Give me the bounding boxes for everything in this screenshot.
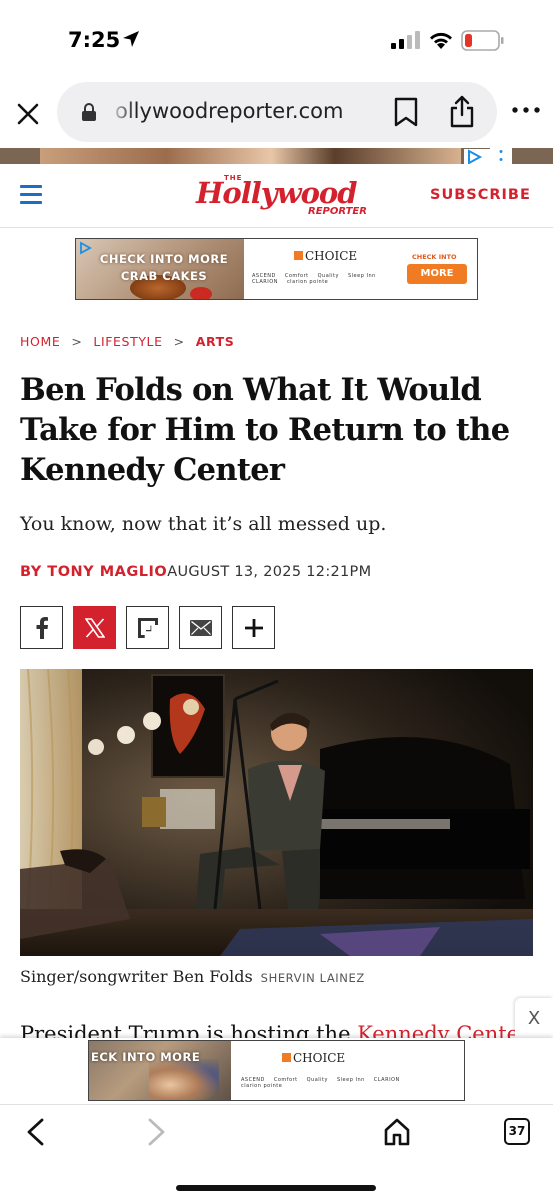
ad-image: CHECK INTO MORE CRAB CAKES bbox=[76, 239, 244, 299]
breadcrumb-separator: > bbox=[173, 334, 185, 349]
email-share-button[interactable] bbox=[179, 606, 222, 649]
author-link[interactable]: BY TONY MAGLIO bbox=[20, 564, 167, 580]
status-time: 7:25 bbox=[68, 28, 121, 52]
breadcrumb-separator: > bbox=[71, 334, 83, 349]
forward-arrow-icon bbox=[148, 1118, 165, 1146]
more-icon[interactable] bbox=[511, 105, 541, 115]
lock-icon bbox=[82, 103, 96, 121]
caption-text: Singer/songwriter Ben Folds bbox=[20, 967, 253, 986]
top-ad-strip[interactable]: • • bbox=[0, 148, 553, 164]
publish-date: AUGUST 13, 2025 12:21PM bbox=[167, 564, 372, 580]
home-indicator bbox=[176, 1185, 376, 1191]
breadcrumb-home[interactable]: HOME bbox=[20, 334, 60, 349]
flipboard-share-button[interactable] bbox=[126, 606, 169, 649]
sticky-ad-image: ECK INTO MORE bbox=[89, 1041, 231, 1100]
sticky-ad-brand: Sleep Inn bbox=[336, 1077, 365, 1083]
sticky-ad-brand: CLARION bbox=[373, 1077, 400, 1083]
adchoices-icon[interactable] bbox=[464, 149, 490, 164]
ad-cta-top: CHECK INTO bbox=[412, 253, 457, 261]
x-share-button[interactable] bbox=[73, 606, 116, 649]
site-header: THE Hollywood REPORTER SUBSCRIBE bbox=[0, 164, 553, 228]
home-icon[interactable] bbox=[383, 1117, 411, 1147]
cellular-signal-icon bbox=[391, 31, 420, 49]
more-share-button[interactable] bbox=[232, 606, 275, 649]
ad-sponsor-logo: CHOICE bbox=[294, 249, 357, 263]
ad-sponsor-name: CHOICE bbox=[305, 249, 358, 263]
sticky-ad-brand-list: ASCEND Comfort Quality Sleep Inn CLARIONclar… bbox=[241, 1077, 421, 1089]
sticky-ad-headline: ECK INTO MORE bbox=[91, 1050, 201, 1064]
logo-sub: REPORTER bbox=[308, 206, 367, 217]
ad-brand: clarion pointe bbox=[286, 279, 329, 285]
hamburger-menu-icon[interactable] bbox=[20, 185, 42, 205]
sticky-ad-close-button[interactable]: X bbox=[515, 998, 553, 1038]
breadcrumb-lifestyle[interactable]: LIFESTYLE bbox=[93, 334, 162, 349]
x-icon bbox=[84, 617, 105, 638]
ad-headline: CHECK INTO MORE CRAB CAKES bbox=[99, 252, 229, 283]
image-credit: SHERVIN LAINEZ bbox=[260, 971, 365, 985]
ad-brand: Sleep Inn bbox=[347, 273, 376, 279]
sticky-ad-banner[interactable]: ECK INTO MORE CHOICE ASCEND Comfort Qualit… bbox=[88, 1040, 465, 1101]
url-text: ollywoodreporter.com bbox=[115, 99, 344, 123]
subscribe-link[interactable]: SUBSCRIBE bbox=[430, 187, 531, 203]
sticky-ad-brand: clarion pointe bbox=[241, 1083, 283, 1089]
battery-low-icon bbox=[461, 30, 504, 51]
breadcrumb-arts[interactable]: ARTS bbox=[196, 334, 235, 349]
bookmark-icon[interactable] bbox=[393, 97, 419, 127]
facebook-share-button[interactable] bbox=[20, 606, 63, 649]
ad-tomato-image bbox=[190, 287, 212, 299]
sticky-ad-sponsor-name: CHOICE bbox=[293, 1051, 346, 1065]
facebook-icon bbox=[36, 616, 48, 639]
email-icon bbox=[189, 619, 212, 636]
share-icon[interactable] bbox=[448, 94, 476, 128]
ad-brand: CLARION bbox=[252, 279, 278, 285]
ad-banner[interactable]: CHECK INTO MORE CRAB CAKES CHOICE ASCEND… bbox=[75, 238, 478, 300]
flipboard-icon bbox=[137, 617, 158, 638]
location-arrow-icon bbox=[123, 31, 139, 47]
status-bar: 7:25 bbox=[0, 0, 553, 80]
site-logo[interactable]: THE Hollywood REPORTER bbox=[196, 172, 367, 222]
sticky-ad-sponsor-logo: CHOICE bbox=[282, 1051, 345, 1065]
ad-brand-list: ASCEND Comfort Quality Sleep InnCLARION clar… bbox=[252, 273, 412, 285]
article-dek: You know, now that it’s all messed up. bbox=[20, 513, 387, 535]
url-fade bbox=[109, 90, 135, 134]
close-icon[interactable] bbox=[14, 100, 42, 128]
ad-strip-image bbox=[40, 148, 461, 164]
browser-address-bar: ollywoodreporter.com bbox=[0, 80, 553, 148]
sticky-ad[interactable]: ECK INTO MORE CHOICE ASCEND Comfort Qualit… bbox=[0, 1038, 553, 1104]
sticky-ad-people-image bbox=[149, 1059, 219, 1100]
logo-main: Hollywood bbox=[196, 176, 358, 210]
url-field[interactable]: ollywoodreporter.com bbox=[57, 82, 497, 142]
sticky-ad-brand: Quality bbox=[306, 1077, 328, 1083]
hero-photo-illustration bbox=[20, 669, 533, 956]
article-byline: BY TONY MAGLIOAUGUST 13, 2025 12:21PM bbox=[20, 564, 371, 580]
ad-cta-button[interactable]: MORE bbox=[407, 264, 467, 284]
tabs-icon[interactable]: 37 bbox=[504, 1118, 530, 1145]
plus-icon bbox=[244, 618, 263, 637]
adchoices-icon[interactable] bbox=[78, 241, 92, 255]
article-headline: Ben Folds on What It Would Take for Him … bbox=[20, 372, 510, 488]
ad-options-icon[interactable]: • • bbox=[490, 148, 512, 164]
breadcrumb: HOME > LIFESTYLE > ARTS bbox=[20, 334, 234, 349]
image-caption: Singer/songwriter Ben Folds SHERVIN LAINE… bbox=[20, 967, 365, 986]
browser-toolbar: 37 bbox=[0, 1104, 553, 1200]
wifi-icon bbox=[430, 32, 452, 49]
hero-image bbox=[20, 669, 533, 956]
back-arrow-icon[interactable] bbox=[24, 1117, 46, 1147]
